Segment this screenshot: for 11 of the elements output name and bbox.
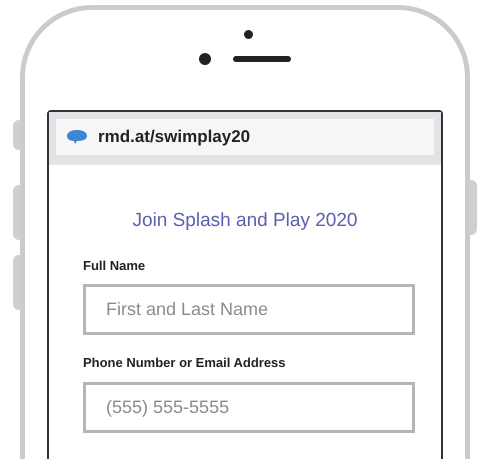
speech-bubble-icon bbox=[66, 129, 88, 145]
url-text: rmd.at/swimplay20 bbox=[98, 126, 250, 148]
address-bar[interactable]: rmd.at/swimplay20 bbox=[56, 119, 434, 155]
field-label: Phone Number or Email Address bbox=[83, 354, 287, 372]
speaker-icon bbox=[233, 56, 291, 62]
camera-icon bbox=[244, 30, 252, 39]
input-field[interactable]: (555) 555-5555 bbox=[83, 382, 415, 432]
field-label: Full Name bbox=[83, 256, 146, 274]
input-field[interactable]: First and Last Name bbox=[83, 284, 415, 335]
form-title: Join Splash and Play 2020 bbox=[132, 209, 358, 233]
sensor-icon bbox=[199, 53, 211, 65]
